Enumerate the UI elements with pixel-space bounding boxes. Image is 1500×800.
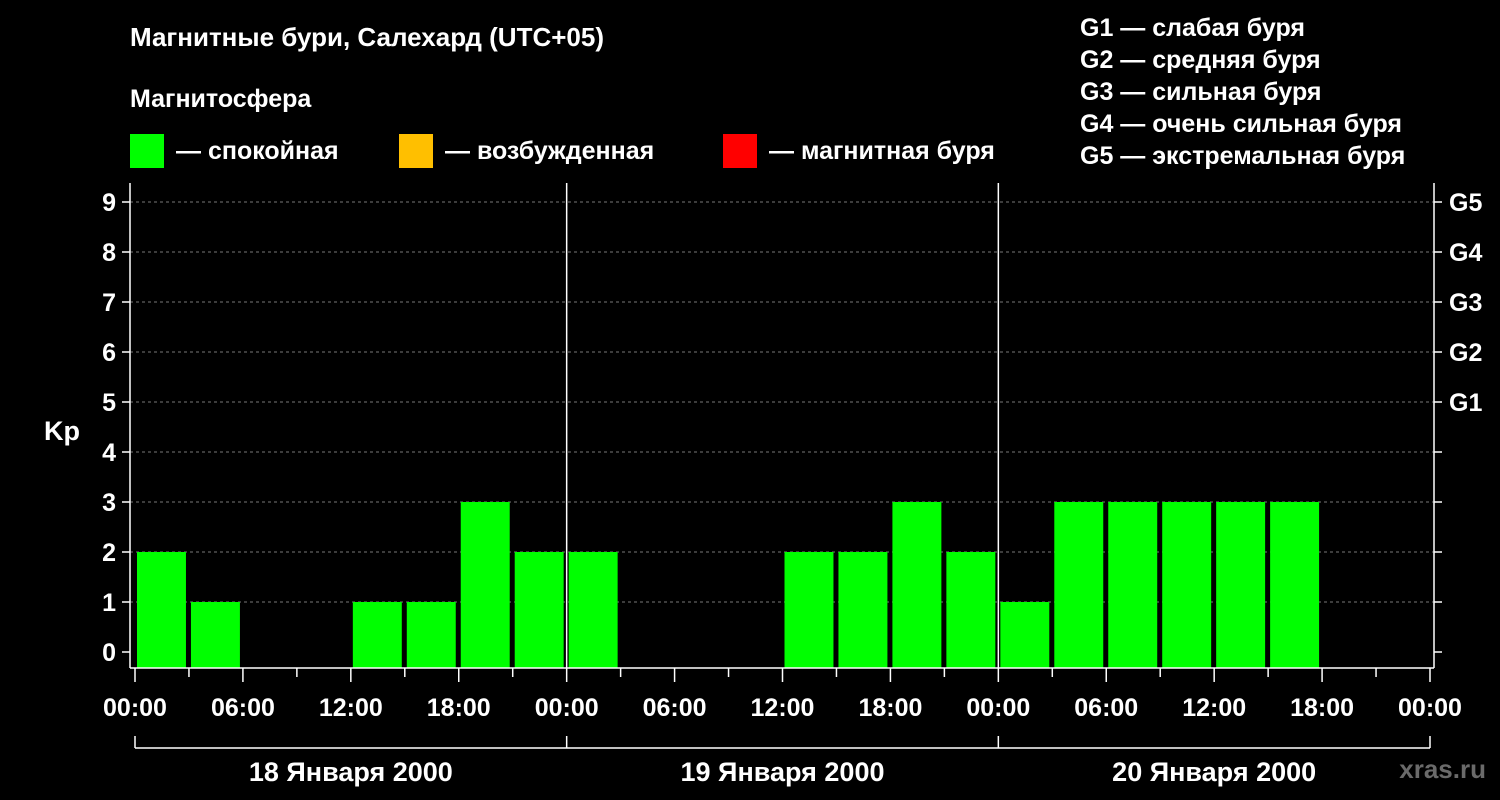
y-tick-label: 7: [102, 289, 116, 317]
kp-bar: [352, 602, 402, 668]
kp-bar: [1000, 602, 1050, 668]
g-scale-label: G4: [1449, 239, 1482, 267]
kp-bar: [514, 552, 564, 668]
kp-bar: [460, 502, 510, 668]
x-tick-label: 18:00: [427, 694, 491, 722]
kp-bar: [1270, 502, 1320, 668]
kp-bar: [137, 552, 186, 668]
kp-bar: [1162, 502, 1212, 668]
kp-bar-chart: 0 1 2 3 4 5 6 7 8 9 Kp G1 G2 G3 G4 G5 00:00 06:00 12:00 18:…: [44, 183, 1482, 787]
x-tick-label: 18:00: [858, 694, 922, 722]
x-tick-label: 12:00: [751, 694, 815, 722]
x-tick-label: 00:00: [535, 694, 599, 722]
y-tick-label: 2: [102, 539, 116, 567]
y-tick-label: 3: [102, 489, 116, 517]
day-label: 18 Января 2000: [249, 757, 453, 787]
g-scale-label: G1: [1449, 389, 1482, 417]
g-scale-label: G2: [1449, 339, 1482, 367]
kp-bar: [190, 602, 240, 668]
kp-bar: [568, 552, 618, 668]
x-tick-label: 06:00: [1074, 694, 1138, 722]
y-tick-label: 6: [102, 339, 116, 367]
watermark: xras.ru: [1399, 754, 1486, 784]
kp-bar: [892, 502, 942, 668]
x-tick-label: 06:00: [211, 694, 275, 722]
kp-bar: [1054, 502, 1104, 668]
y-tick-label: 0: [102, 639, 116, 667]
x-tick-label: 00:00: [103, 694, 167, 722]
kp-bar: [784, 552, 834, 668]
kp-bar: [838, 552, 888, 668]
x-tick-label: 00:00: [1398, 694, 1462, 722]
g-scale-label: G5: [1449, 189, 1482, 217]
y-tick-label: 4: [102, 439, 116, 467]
g-scale-label: G3: [1449, 289, 1482, 317]
x-tick-label: 18:00: [1290, 694, 1354, 722]
x-tick-label: 12:00: [1182, 694, 1246, 722]
x-tick-label: 12:00: [319, 694, 383, 722]
y-tick-label: 1: [102, 589, 116, 617]
kp-bar: [1108, 502, 1158, 668]
kp-bar: [1216, 502, 1266, 668]
y-tick-label: 8: [102, 239, 116, 267]
y-tick-label: 5: [102, 389, 116, 417]
kp-bar: [406, 602, 456, 668]
day-label: 20 Января 2000: [1112, 757, 1316, 787]
y-axis-title: Kp: [44, 416, 80, 446]
y-tick-label: 9: [102, 189, 116, 217]
x-tick-label: 00:00: [966, 694, 1030, 722]
kp-bar: [946, 552, 996, 668]
day-label: 19 Января 2000: [681, 757, 885, 787]
x-tick-label: 06:00: [643, 694, 707, 722]
